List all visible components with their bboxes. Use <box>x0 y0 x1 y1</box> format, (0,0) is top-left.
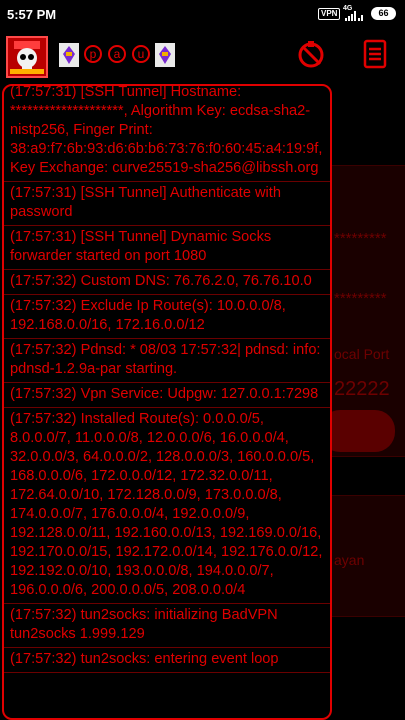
crest-icon-right <box>155 43 175 67</box>
background-local-port-label: ocal Port <box>334 346 390 362</box>
disconnect-button[interactable] <box>296 38 326 70</box>
background-password-mask: ********* <box>334 230 387 247</box>
log-entry: (17:57:32) Vpn Service: Udpgw: 127.0.0.1… <box>4 383 330 408</box>
signal-icon <box>345 11 363 21</box>
crest-icon <box>59 43 79 67</box>
status-time: 5:57 PM <box>7 7 57 22</box>
log-entry: (17:57:32) tun2socks: entering event loo… <box>4 648 330 673</box>
background-partial-text: ayan <box>334 552 365 568</box>
status-bar: 5:57 PM VPN 4G 66 <box>0 0 405 30</box>
letter-u-icon: u <box>132 45 150 63</box>
letter-p-icon: p <box>84 45 102 63</box>
log-panel[interactable]: (17:57:31) [SSH Tunnel] Hostname: ******… <box>2 84 332 720</box>
vpn-indicator: VPN <box>318 8 341 20</box>
background-password-mask-2: ********* <box>334 290 387 307</box>
log-entry: (17:57:32) Custom DNS: 76.76.2.0, 76.76.… <box>4 270 330 295</box>
skull-icon <box>10 41 44 74</box>
log-entry: (17:57:32) Pdnsd: * 08/03 17:57:32| pdns… <box>4 339 330 383</box>
log-icon[interactable] <box>360 38 390 70</box>
log-entry: (17:57:31) [SSH Tunnel] Authenticate wit… <box>4 182 330 226</box>
log-entry: (17:57:32) Exclude Ip Route(s): 10.0.0.0… <box>4 295 330 339</box>
letter-a-icon: a <box>108 45 126 63</box>
log-list[interactable]: (17:57:31) [SSH Tunnel] Hostname: ******… <box>4 86 330 673</box>
battery-icon: 66 <box>371 7 396 20</box>
log-entry: (17:57:31) [SSH Tunnel] Hostname: ******… <box>4 86 330 182</box>
log-entry: (17:57:32) Installed Route(s): 0.0.0.0/5… <box>4 408 330 604</box>
log-entry: (17:57:31) [SSH Tunnel] Dynamic Socks fo… <box>4 226 330 270</box>
app-logo[interactable] <box>6 36 48 78</box>
background-local-port-value: 22222 <box>334 378 390 400</box>
log-entry: (17:57:32) tun2socks: initializing BadVP… <box>4 604 330 648</box>
